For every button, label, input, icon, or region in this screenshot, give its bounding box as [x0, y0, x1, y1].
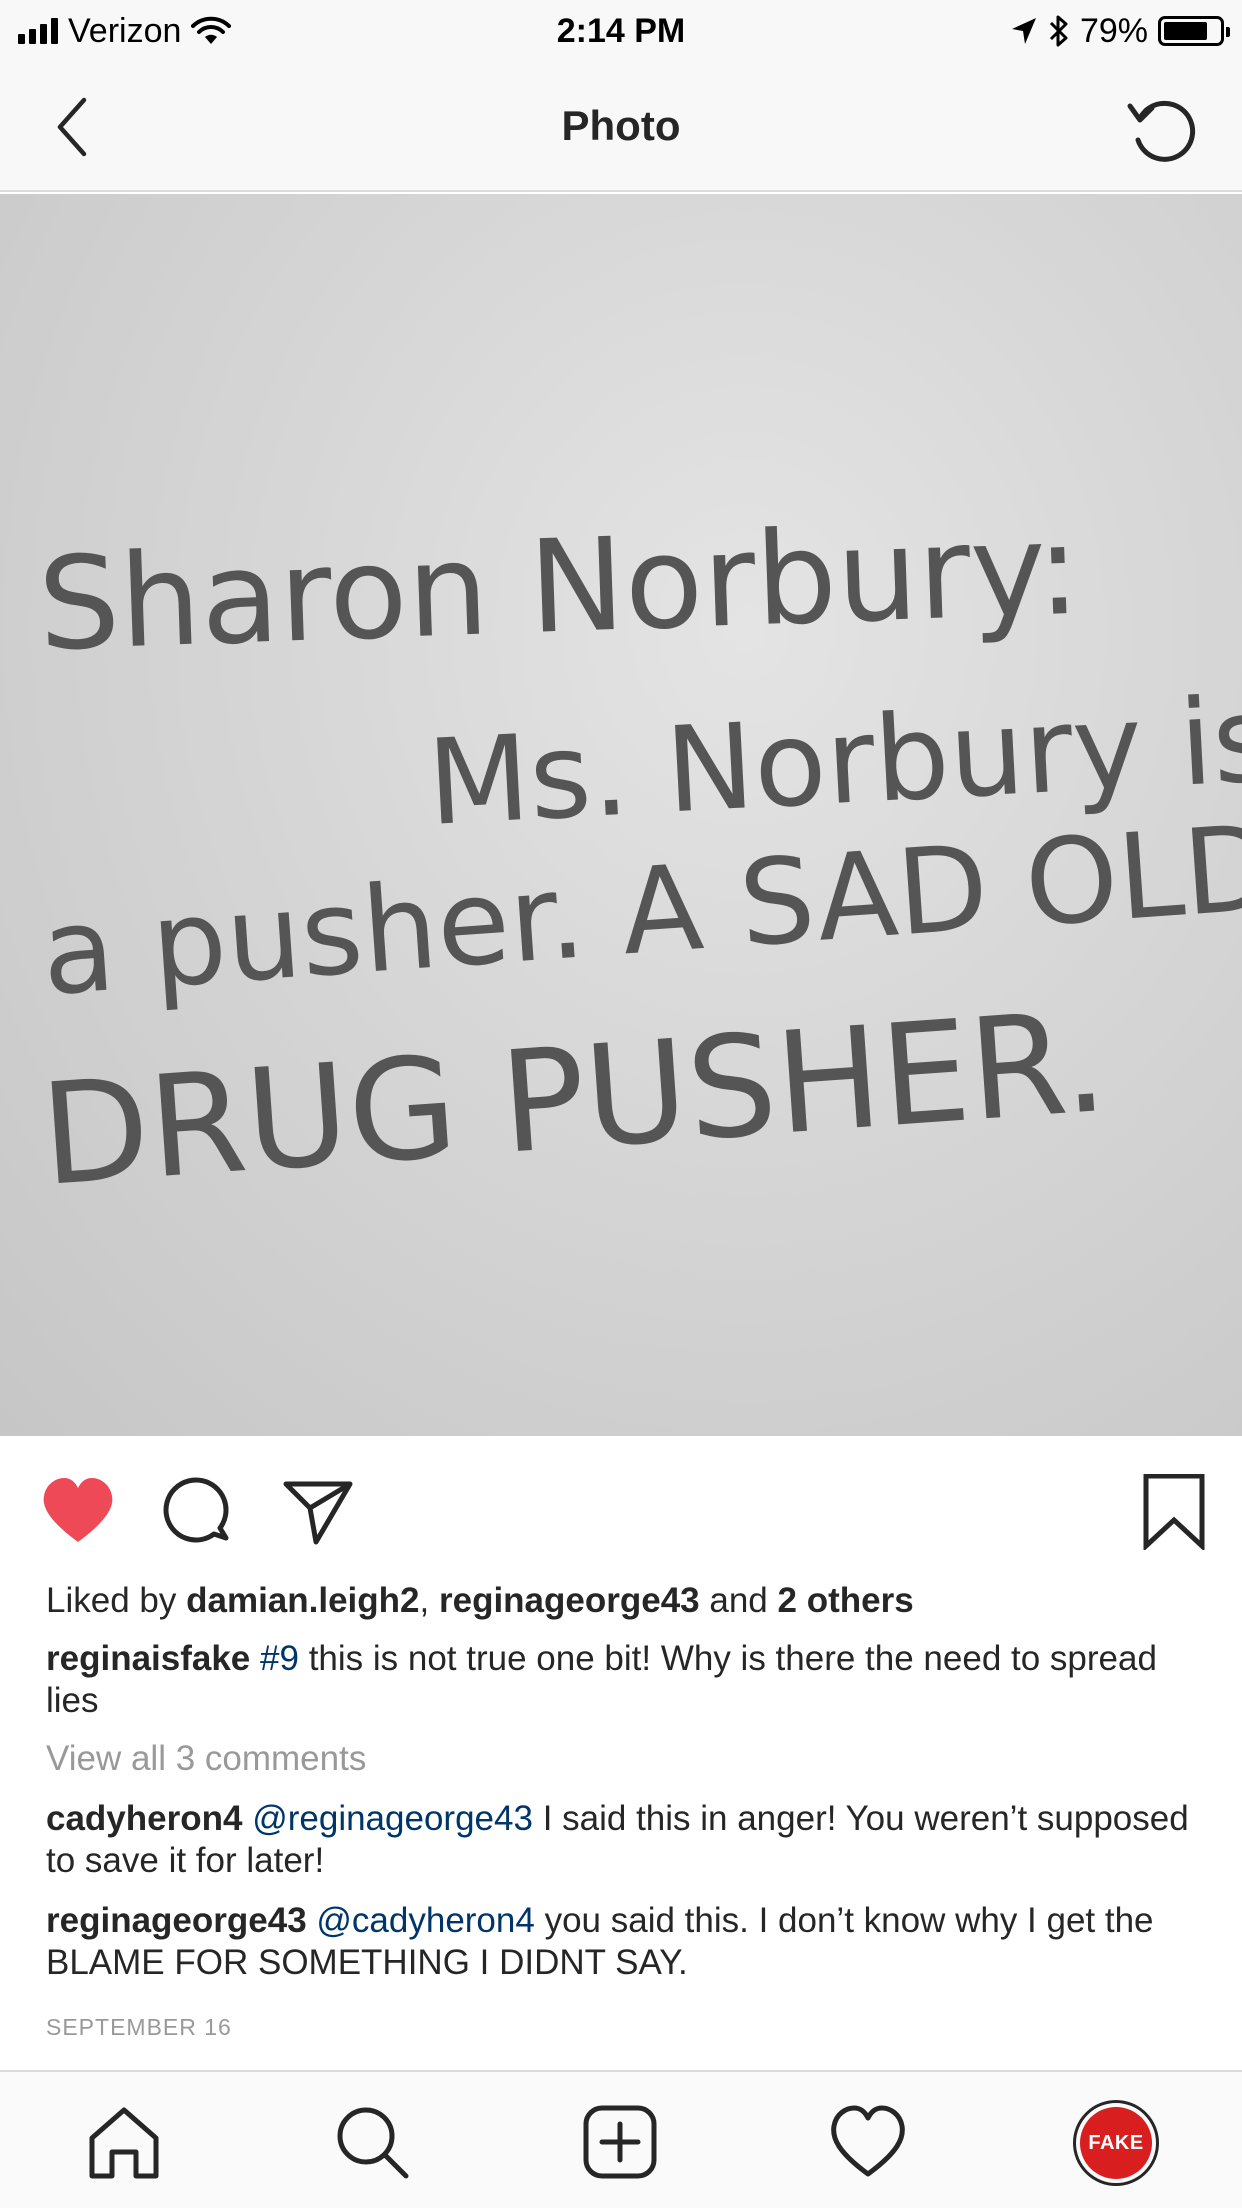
comment-mention[interactable]: @reginageorge43	[252, 1799, 533, 1838]
new-post-icon[interactable]	[580, 2102, 660, 2182]
profile-avatar-label: FAKE	[1080, 2107, 1152, 2179]
comment-username[interactable]: reginageorge43	[46, 1901, 307, 1940]
note-line-1: Sharon Norbury:	[36, 495, 1083, 680]
note-line-4: DRUG PUSHER.	[36, 981, 1112, 1218]
battery-fill	[1164, 22, 1207, 40]
tab-bar: FAKE	[0, 2070, 1242, 2208]
likes-prefix: Liked by	[46, 1581, 177, 1620]
profile-avatar[interactable]: FAKE	[1073, 2100, 1159, 2186]
comment-item: reginageorge43 @cadyheron4 you said this…	[46, 1900, 1196, 1984]
post-photo[interactable]: Sharon Norbury: Ms. Norbury is a pusher.…	[0, 194, 1242, 1436]
comment-icon[interactable]	[160, 1474, 236, 1550]
nav-bar: Photo	[0, 62, 1242, 192]
activity-heart-icon[interactable]	[828, 2102, 908, 2182]
handwritten-note: Sharon Norbury: Ms. Norbury is a pusher.…	[36, 495, 1242, 1218]
page-title: Photo	[561, 102, 681, 149]
caption-hashtag[interactable]: #9	[260, 1639, 299, 1678]
comment-username[interactable]: cadyheron4	[46, 1799, 242, 1838]
refresh-icon[interactable]	[1122, 88, 1202, 168]
likes-separator: ,	[419, 1581, 430, 1620]
heart-filled-icon[interactable]	[40, 1474, 116, 1550]
status-right: 79%	[1010, 8, 1230, 54]
bluetooth-icon	[1049, 15, 1068, 47]
view-all-comments-link[interactable]: View all 3 comments	[46, 1738, 1196, 1780]
caption-username[interactable]: reginaisfake	[46, 1639, 250, 1678]
post-date: SEPTEMBER 16	[46, 2014, 232, 2040]
battery-percent: 79%	[1079, 11, 1148, 50]
bookmark-icon[interactable]	[1136, 1474, 1212, 1550]
action-row	[0, 1436, 1242, 1576]
comment-mention[interactable]: @cadyheron4	[316, 1901, 534, 1940]
home-icon[interactable]	[84, 2102, 164, 2182]
status-bar: Verizon 2:14 PM 79%	[0, 0, 1242, 62]
liker-link[interactable]: reginageorge43	[439, 1581, 700, 1620]
likes-line: Liked by damian.leigh2, reginageorge43 a…	[46, 1580, 1196, 1622]
location-arrow-icon	[1011, 18, 1036, 44]
battery-icon	[1158, 16, 1230, 46]
share-icon[interactable]	[280, 1474, 356, 1550]
post-caption: reginaisfake #9 this is not true one bit…	[46, 1638, 1196, 1722]
comment-item: cadyheron4 @reginageorge43 I said this i…	[46, 1798, 1196, 1882]
likes-and: and	[709, 1581, 768, 1620]
liker-link[interactable]: damian.leigh2	[186, 1581, 419, 1620]
search-icon[interactable]	[332, 2102, 412, 2182]
post-details: Liked by damian.leigh2, reginageorge43 a…	[46, 1576, 1196, 2048]
likes-others-link[interactable]: 2 others	[778, 1581, 914, 1620]
